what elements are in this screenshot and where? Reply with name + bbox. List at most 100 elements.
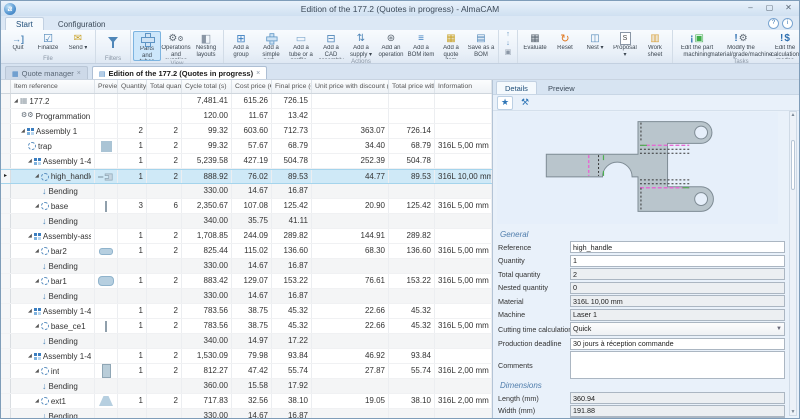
item-button[interactable]: ↑ [502, 31, 514, 39]
row-selector[interactable] [1, 304, 11, 318]
expand-triangle-icon[interactable]: ◢ [35, 170, 39, 183]
add-a-supply-button[interactable]: ⇅Add a supply ▾ [346, 31, 376, 59]
row-selector[interactable] [1, 94, 11, 108]
item-button[interactable]: ↓ [502, 40, 514, 48]
filters-button[interactable] [98, 31, 128, 56]
nest-button[interactable]: ◫Nest ▾ [580, 31, 610, 58]
row-selector[interactable] [1, 109, 11, 123]
column-header-cost[interactable]: Cost price (€) [232, 80, 272, 93]
cutting-time-calculation-mode-select[interactable]: Quick▼ [570, 322, 785, 336]
info-icon[interactable]: i [782, 18, 793, 29]
tree-row-bending[interactable]: ↓Bending360.0015.5817.92 [1, 379, 492, 394]
tree-row-assembly-1-4[interactable]: ◢Assembly 1-4125,239.58427.19504.78252.3… [1, 154, 492, 169]
column-header-qty[interactable]: Quantity [118, 80, 147, 93]
expand-triangle-icon[interactable]: ◢ [35, 395, 39, 408]
row-selector[interactable] [1, 244, 11, 258]
parts-and-tubes-button[interactable]: Parts and tubes [133, 31, 161, 61]
length-mm-field[interactable] [570, 392, 785, 404]
reference-field[interactable] [570, 241, 785, 253]
row-selector[interactable] [1, 124, 11, 138]
nested-quantity-field[interactable] [570, 282, 785, 294]
width-mm-field[interactable] [570, 405, 785, 417]
modify-the-material-grade-machine-button[interactable]: !⚙Modify the material/grade/machine [719, 31, 763, 59]
maximize-button[interactable]: ▢ [761, 3, 778, 14]
tab-edition-quote[interactable]: ▤ Edition of the 177.2 (Quotes in progre… [92, 66, 267, 79]
tree-row-base[interactable]: ◢base362,350.67107.08125.4220.90125.4231… [1, 199, 492, 214]
row-selector[interactable] [1, 229, 11, 243]
expand-triangle-icon[interactable]: ◢ [35, 320, 39, 333]
save-as-a-bom-button[interactable]: ▤Save as a BOM [466, 31, 496, 59]
expand-triangle-icon[interactable]: ◢ [28, 230, 32, 243]
tab-details[interactable]: Details [496, 81, 537, 94]
tab-start[interactable]: Start [5, 17, 44, 30]
column-header-final[interactable]: Final price (€) [272, 80, 312, 93]
production-deadline-field[interactable] [570, 338, 785, 350]
proposal-button[interactable]: SProposal ▾ [610, 31, 640, 58]
expand-triangle-icon[interactable]: ◢ [14, 95, 18, 108]
row-selector[interactable] [1, 154, 11, 168]
tree-row-assembly-1-45[interactable]: ◢Assembly 1-4512783.5638.7545.3222.6645.… [1, 304, 492, 319]
add-a-bom-item-button[interactable]: ≡Add a BOM item [406, 31, 436, 59]
material-field[interactable] [570, 295, 785, 307]
total-quantity-field[interactable] [570, 268, 785, 280]
reset-button[interactable]: ↻Reset [550, 31, 580, 58]
tree-row-bending[interactable]: ↓Bending340.0014.9717.22 [1, 334, 492, 349]
row-selector[interactable] [1, 289, 11, 303]
tree-row-bar1[interactable]: ◢bar112883.42129.07153.2276.61153.22316L… [1, 274, 492, 289]
panel-scrollbar[interactable]: ▲ ▼ [789, 111, 797, 416]
tree-row-base-ce1[interactable]: ◢base_ce112783.5638.7545.3222.6645.32316… [1, 319, 492, 334]
row-selector[interactable] [1, 274, 11, 288]
tree-row-bending[interactable]: ↓Bending330.0014.6716.87 [1, 184, 492, 199]
row-selector[interactable] [1, 409, 11, 418]
tools-icon[interactable]: ⚒ [517, 96, 533, 110]
expand-triangle-icon[interactable]: ◢ [21, 125, 25, 138]
item-button[interactable]: ▣ [502, 49, 514, 57]
row-selector[interactable] [1, 214, 11, 228]
add-a-quote-item-button[interactable]: ▦Add a quote item [436, 31, 466, 59]
row-selector[interactable] [1, 199, 11, 213]
column-header-preview[interactable]: Preview [95, 80, 118, 93]
close-tab-icon[interactable]: × [256, 70, 260, 77]
row-selector[interactable] [1, 139, 11, 153]
add-a-group-button[interactable]: ⊞Add a group [226, 31, 256, 59]
row-selector[interactable] [1, 364, 11, 378]
work-sheet-button[interactable]: ▥Work sheet [640, 31, 670, 58]
scroll-down-icon[interactable]: ▼ [790, 409, 796, 415]
add-a-tube-or-a-profile-button[interactable]: ▭Add a tube or a profile ▾ [286, 31, 316, 59]
add-a-simple-part-button[interactable]: Add a simple part ▾ [256, 31, 286, 59]
expand-triangle-icon[interactable]: ◢ [35, 275, 39, 288]
scroll-up-icon[interactable]: ▲ [790, 112, 796, 118]
add-a-cad-assembly-button[interactable]: ⊟Add a CAD assembly ▾ [316, 31, 346, 59]
tab-configuration[interactable]: Configuration [48, 18, 116, 30]
tree-row-assembly-1[interactable]: ◢Assembly 12299.32603.60712.73363.07726.… [1, 124, 492, 139]
tree-row-assembly-1-48[interactable]: ◢Assembly 1-48121,530.0979.9893.8446.929… [1, 349, 492, 364]
column-header-total[interactable]: Total price with discount (€) [389, 80, 435, 93]
row-selector[interactable]: ▸ [1, 170, 11, 183]
tree-row-bar2[interactable]: ◢bar212825.44115.02136.6068.30136.60316L… [1, 244, 492, 259]
comments-textarea[interactable] [570, 351, 785, 379]
expand-triangle-icon[interactable]: ◢ [35, 200, 39, 213]
tree-row-int[interactable]: ◢int12812.2747.4255.7427.8755.74316L 2,0… [1, 364, 492, 379]
expand-triangle-icon[interactable]: ◢ [28, 155, 32, 168]
row-selector[interactable] [1, 319, 11, 333]
tree-row-high-handle[interactable]: ▸◢high_handle12888.9276.0289.5344.7789.5… [1, 169, 492, 184]
tree-row-ext1[interactable]: ◢ext112717.8332.5638.1019.0538.10316L 2,… [1, 394, 492, 409]
tree-row-assembly-assm25[interactable]: ◢Assembly-assm25121,708.85244.09289.8214… [1, 229, 492, 244]
row-selector[interactable] [1, 379, 11, 393]
add-an-operation-button[interactable]: ⊛Add an operation [376, 31, 406, 59]
scrollbar-thumb[interactable] [791, 140, 795, 190]
row-selector[interactable] [1, 349, 11, 363]
column-header-info[interactable]: Information [435, 80, 492, 93]
expand-triangle-icon[interactable]: ◢ [35, 365, 39, 378]
close-tab-icon[interactable]: × [77, 70, 81, 77]
row-selector[interactable] [1, 259, 11, 273]
expand-triangle-icon[interactable]: ◢ [28, 350, 32, 363]
column-header-tqty[interactable]: Total quantity [147, 80, 182, 93]
row-selector[interactable] [1, 184, 11, 198]
tab-preview[interactable]: Preview [540, 82, 583, 94]
tree-row-bending[interactable]: ↓Bending340.0035.7541.11 [1, 214, 492, 229]
finalize-button[interactable]: ☑Finalize [33, 31, 63, 56]
edit-the-calculation-modes-button[interactable]: !$Edit the calculation modes [763, 31, 800, 59]
close-button[interactable]: ✕ [780, 3, 797, 14]
favorite-star-icon[interactable]: ★ [497, 96, 513, 110]
